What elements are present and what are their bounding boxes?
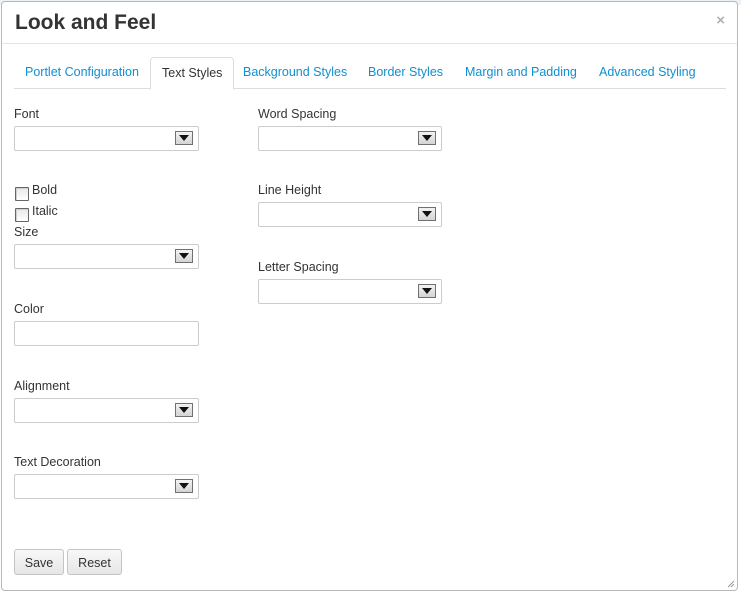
font-select[interactable] bbox=[14, 126, 199, 151]
text-decoration-label: Text Decoration bbox=[14, 455, 101, 469]
dropdown-arrow-icon bbox=[175, 479, 193, 493]
line-height-select[interactable] bbox=[258, 202, 442, 227]
font-label: Font bbox=[14, 107, 40, 121]
size-label: Size bbox=[14, 225, 39, 239]
bold-checkbox[interactable] bbox=[15, 187, 29, 201]
look-and-feel-dialog: Look and Feel × Portlet Configuration Te… bbox=[1, 1, 738, 591]
bold-label: Bold bbox=[32, 183, 58, 197]
tab-border-styles[interactable]: Border Styles bbox=[357, 57, 454, 89]
dropdown-arrow-icon bbox=[175, 249, 193, 263]
color-input[interactable] bbox=[14, 321, 199, 346]
tab-margin-and-padding[interactable]: Margin and Padding bbox=[454, 57, 588, 89]
text-decoration-select[interactable] bbox=[14, 474, 199, 499]
dropdown-arrow-icon bbox=[418, 131, 436, 145]
dialog-title: Look and Feel bbox=[15, 11, 157, 34]
reset-button[interactable]: Reset bbox=[67, 549, 122, 575]
tab-portlet-configuration[interactable]: Portlet Configuration bbox=[14, 57, 150, 89]
tab-advanced-styling[interactable]: Advanced Styling bbox=[588, 57, 707, 89]
alignment-label: Alignment bbox=[14, 379, 70, 393]
dialog-header: Look and Feel × bbox=[2, 2, 737, 44]
italic-label: Italic bbox=[32, 204, 58, 218]
tab-background-styles[interactable]: Background Styles bbox=[232, 57, 358, 89]
size-select[interactable] bbox=[14, 244, 199, 269]
letter-spacing-select[interactable] bbox=[258, 279, 442, 304]
dropdown-arrow-icon bbox=[418, 207, 436, 221]
resize-grip-icon[interactable] bbox=[727, 580, 735, 588]
color-label: Color bbox=[14, 302, 44, 316]
word-spacing-select[interactable] bbox=[258, 126, 442, 151]
dropdown-arrow-icon bbox=[175, 131, 193, 145]
tab-bar: Portlet Configuration Text Styles Backgr… bbox=[14, 57, 726, 90]
word-spacing-label: Word Spacing bbox=[258, 107, 337, 121]
italic-checkbox[interactable] bbox=[15, 208, 29, 222]
alignment-select[interactable] bbox=[14, 398, 199, 423]
line-height-label: Line Height bbox=[258, 183, 322, 197]
dropdown-arrow-icon bbox=[418, 284, 436, 298]
save-button[interactable]: Save bbox=[14, 549, 64, 575]
letter-spacing-label: Letter Spacing bbox=[258, 260, 339, 274]
close-icon[interactable]: × bbox=[716, 12, 725, 29]
dropdown-arrow-icon bbox=[175, 403, 193, 417]
tab-text-styles[interactable]: Text Styles bbox=[150, 57, 235, 90]
